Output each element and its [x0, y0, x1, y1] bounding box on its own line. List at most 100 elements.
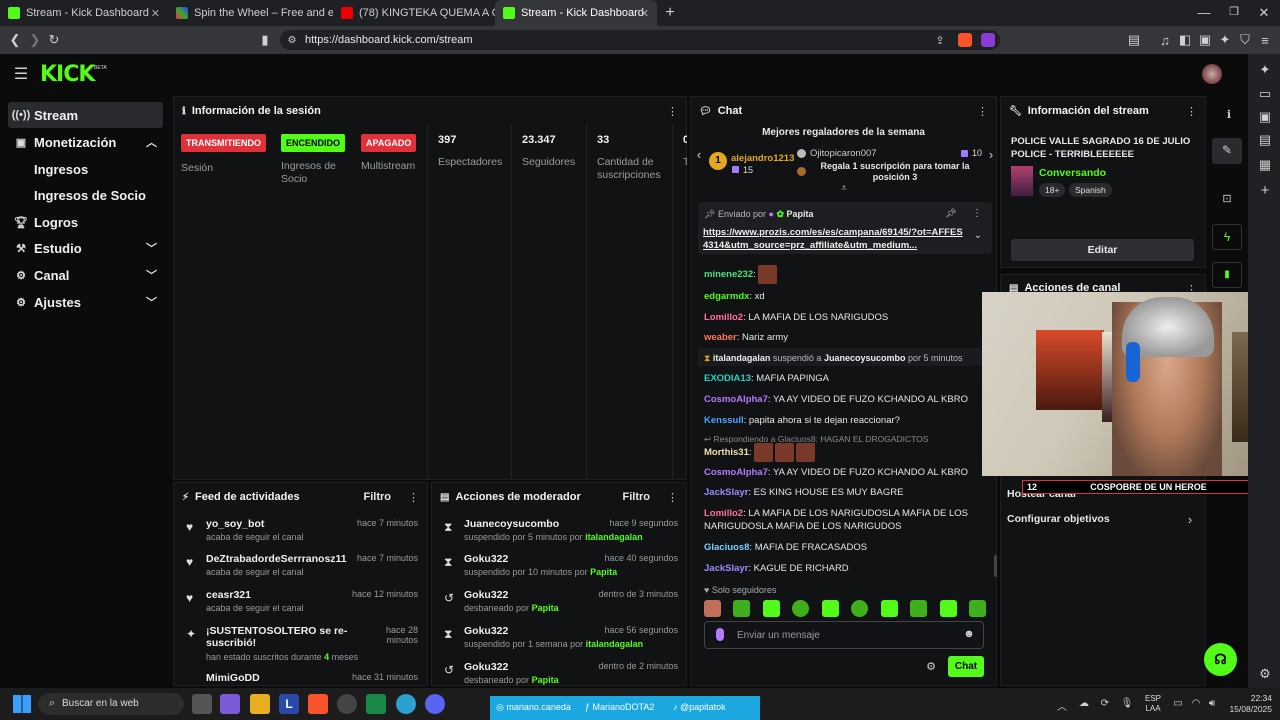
mod-user[interactable]: Juanecoysucombo: [464, 518, 559, 530]
settings-icon[interactable]: ⚙: [1258, 666, 1272, 682]
chat-user[interactable]: CosmoAlpha7: [704, 394, 768, 405]
feed-user[interactable]: ¡SUSTENTOSOLTERO se re-suscribió!: [206, 625, 366, 649]
sidebar-item-logros[interactable]: 🏆︎ Logros: [8, 209, 163, 235]
emote-icon[interactable]: [704, 600, 721, 617]
chat-user[interactable]: CosmoAlpha7: [704, 467, 768, 478]
hamburger-icon[interactable]: ☰: [12, 66, 30, 83]
volume-icon[interactable]: 🔊︎: [1206, 698, 1218, 709]
filter-button[interactable]: Filtro: [623, 491, 651, 503]
emote-icon[interactable]: [762, 600, 780, 617]
music-icon[interactable]: ♫: [1158, 33, 1172, 48]
gear-icon[interactable]: ⚙: [925, 660, 937, 673]
vpn-icon[interactable]: ⛉: [1238, 32, 1252, 47]
mod-by[interactable]: Papita: [532, 603, 559, 613]
app-icon[interactable]: L: [279, 694, 299, 714]
kebab-menu-icon[interactable]: ⋮: [977, 105, 988, 118]
filter-button[interactable]: Filtro: [364, 491, 392, 503]
menu-icon[interactable]: ≡: [1258, 33, 1272, 48]
leo-ai-icon[interactable]: ✦: [1218, 32, 1232, 47]
chat-user[interactable]: Glaciuos8: [704, 542, 749, 553]
browser-tab[interactable]: Stream - Kick Dashboard ✕: [0, 0, 168, 26]
leo-icon[interactable]: ✦: [1258, 62, 1272, 78]
taskbar-search-text[interactable]: Buscar en la web: [62, 698, 139, 709]
back-icon[interactable]: ❮: [8, 32, 22, 48]
wallet-icon[interactable]: ▣: [1258, 109, 1272, 125]
goals-item[interactable]: Configurar objetivos: [1007, 513, 1110, 525]
pinned-user[interactable]: Papita: [787, 209, 814, 219]
emoji-icon[interactable]: ☻: [963, 628, 975, 640]
mod-user[interactable]: Goku322: [464, 661, 508, 673]
kebab-menu-icon[interactable]: ⋮: [408, 491, 419, 504]
chevron-right-icon[interactable]: ›: [986, 147, 996, 162]
emote-icon[interactable]: [733, 600, 751, 617]
edit-button[interactable]: Editar: [1011, 239, 1194, 261]
sidebar-item-canal[interactable]: ⚙ Canal ﹀: [8, 262, 163, 288]
chat-user[interactable]: JackSlayr: [704, 487, 748, 498]
chevron-up-icon[interactable]: ︿: [1057, 698, 1067, 713]
share-icon[interactable]: ⇪: [933, 33, 947, 47]
chat-user[interactable]: EXODIA13: [704, 373, 751, 384]
emote-icon[interactable]: [880, 600, 898, 617]
feed-user[interactable]: DeZtrabadordeSerrranosz11: [206, 553, 347, 565]
kebab-menu-icon[interactable]: ⋮: [1186, 105, 1197, 118]
send-chat-button[interactable]: Chat: [948, 656, 984, 677]
windows-start-icon[interactable]: [13, 695, 31, 713]
bolt-icon[interactable]: ϟ: [1212, 224, 1242, 250]
monitor-icon[interactable]: ▭: [1172, 698, 1184, 709]
maximize-icon[interactable]: ❐: [1226, 5, 1242, 18]
sync-icon[interactable]: ⟳: [1099, 698, 1111, 709]
sidebar-item-ajustes[interactable]: ⚙ Ajustes ﹀: [8, 289, 163, 315]
site-info-icon[interactable]: ⚙: [286, 33, 298, 47]
emote-icon[interactable]: [939, 600, 957, 617]
emote-icon[interactable]: [910, 600, 928, 617]
chat-user[interactable]: Morthis31: [704, 447, 749, 458]
collapse-icon[interactable]: ⩡: [838, 183, 850, 194]
url-text[interactable]: https://dashboard.kick.com/stream: [305, 34, 473, 46]
chevron-down-icon[interactable]: ⌄: [973, 230, 983, 241]
wifi-icon[interactable]: ◠: [1190, 698, 1202, 709]
tabs-icon[interactable]: ▭: [1258, 86, 1272, 102]
reload-icon[interactable]: ↻: [46, 32, 62, 48]
feed-user[interactable]: yo_soy_bot: [206, 518, 264, 530]
category-name[interactable]: Conversando: [1039, 167, 1106, 179]
mod-user[interactable]: Goku322: [464, 553, 508, 565]
sidebar-item-stream[interactable]: ((•)) Stream: [8, 102, 163, 128]
chat-user[interactable]: JackSlayr: [704, 563, 748, 574]
mod-by[interactable]: Papita: [590, 567, 617, 577]
task-view-icon[interactable]: [192, 694, 212, 714]
browser-tab-active[interactable]: Stream - Kick Dashboard ✕: [495, 0, 657, 26]
emote-icon[interactable]: [851, 600, 869, 617]
brave-rewards-icon[interactable]: [981, 33, 995, 47]
forward-icon[interactable]: ❯: [28, 32, 42, 48]
chat-scrollbar[interactable]: [994, 555, 997, 577]
mod-user[interactable]: Goku322: [464, 625, 508, 637]
window-close-icon[interactable]: ✕: [1256, 5, 1272, 21]
brave-icon[interactable]: [308, 694, 328, 714]
add-icon[interactable]: +: [1258, 182, 1272, 199]
chat-user[interactable]: minene232: [704, 269, 753, 280]
kebab-menu-icon[interactable]: ⋮: [667, 491, 678, 504]
wallet-icon[interactable]: ▣: [1198, 32, 1212, 47]
emote-icon[interactable]: [968, 600, 986, 617]
bookmarks-icon[interactable]: ▤: [1258, 132, 1272, 148]
mod-user[interactable]: Goku322: [464, 589, 508, 601]
emote-icon[interactable]: [792, 600, 810, 617]
app-icon[interactable]: [220, 694, 240, 714]
sidebar-item-estudio[interactable]: ⚒ Estudio ﹀: [8, 235, 163, 261]
obs-icon[interactable]: [337, 694, 357, 714]
emote-icon[interactable]: [821, 600, 839, 617]
pinned-link[interactable]: https://www.prozis.com/es/es/campana/691…: [703, 226, 965, 252]
bookmark-icon[interactable]: ▮: [258, 32, 272, 48]
browser-tab[interactable]: Spin the Wheel – Free and easy-to-u: [168, 0, 333, 26]
chevron-right-icon[interactable]: ›: [1185, 512, 1195, 527]
category-thumbnail[interactable]: [1011, 166, 1033, 196]
kebab-menu-icon[interactable]: ⋮: [972, 208, 982, 219]
minimize-icon[interactable]: —: [1196, 5, 1212, 20]
file-explorer-icon[interactable]: [250, 694, 270, 714]
chevron-left-icon[interactable]: ‹: [694, 147, 704, 162]
chat-placeholder[interactable]: Enviar un mensaje: [737, 630, 820, 641]
kick-logo[interactable]: KICK: [40, 62, 95, 87]
app-icon[interactable]: [366, 694, 386, 714]
language-indicator[interactable]: ESP LAA: [1145, 694, 1161, 714]
chat-user[interactable]: Lomillo2: [704, 312, 743, 323]
